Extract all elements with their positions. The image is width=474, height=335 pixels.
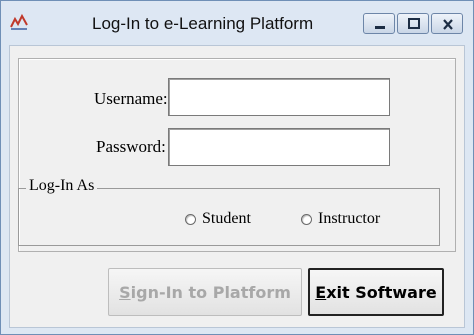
radio-circle-icon[interactable] xyxy=(301,213,312,225)
minimize-icon xyxy=(375,26,385,29)
maximize-icon xyxy=(408,18,420,29)
sign-in-button[interactable]: Sign-In to Platform xyxy=(108,268,302,316)
minimize-button[interactable] xyxy=(363,13,395,34)
close-button[interactable] xyxy=(431,13,463,34)
radio-circle-icon[interactable] xyxy=(185,213,196,225)
instructor-radio-label: Instructor xyxy=(318,210,381,227)
window-title: Log-In to e-Learning Platform xyxy=(92,14,314,33)
sign-in-label: ign-In to Platform xyxy=(130,282,291,302)
login-window: Log-In to e-Learning Platform Username: … xyxy=(0,0,474,335)
login-as-legend: Log-In As xyxy=(26,177,98,195)
password-input[interactable] xyxy=(168,128,390,166)
sign-in-mnemonic: S xyxy=(119,282,131,302)
student-radio[interactable]: Student xyxy=(185,210,251,228)
exit-mnemonic: E xyxy=(315,282,327,302)
password-label: Password: xyxy=(96,137,166,156)
username-label: Username: xyxy=(94,89,168,108)
close-icon xyxy=(443,19,453,30)
exit-label: xit Software xyxy=(326,282,437,302)
client-area: Username: Password: Log-In As Student In… xyxy=(9,45,465,328)
app-icon xyxy=(10,13,28,30)
instructor-radio[interactable]: Instructor xyxy=(301,210,380,228)
maximize-button[interactable] xyxy=(397,13,429,34)
exit-software-button[interactable]: Exit Software xyxy=(308,268,444,316)
title-bar[interactable]: Log-In to e-Learning Platform xyxy=(1,1,473,45)
student-radio-label: Student xyxy=(202,210,251,227)
username-input[interactable] xyxy=(168,78,390,116)
